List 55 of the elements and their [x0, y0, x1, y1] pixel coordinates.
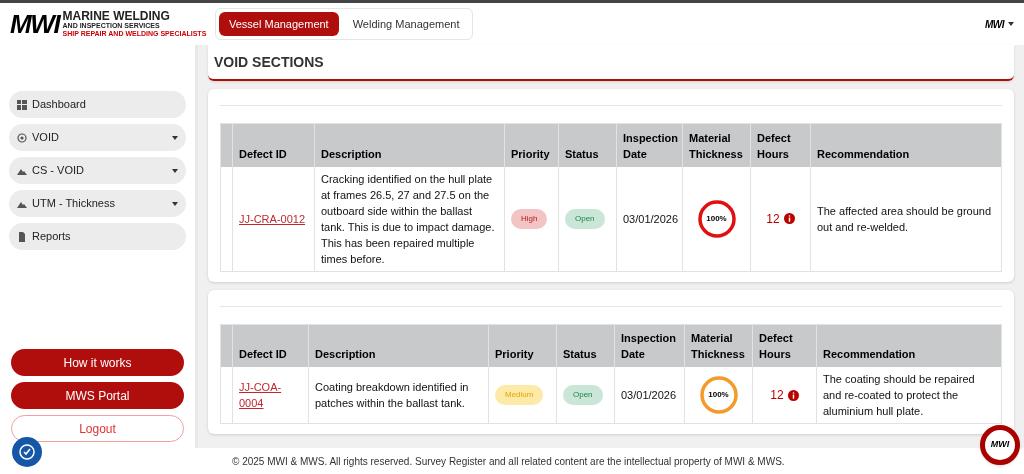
column-header: Defect ID: [239, 348, 287, 360]
column-header: Defect Hours: [757, 131, 791, 160]
grid-icon: [17, 99, 27, 110]
defect-id-link[interactable]: JJ-CRA-0012: [239, 210, 308, 227]
logo-mark: MWI: [10, 11, 60, 37]
column-header: Status: [563, 348, 597, 360]
column-header: Recommendation: [823, 348, 916, 360]
recommendation-text: The coating should be repaired and re-coated to protect the aluminium hull plate.: [823, 373, 975, 417]
sidebar-item[interactable]: UTM - Thickness: [9, 190, 186, 217]
info-icon[interactable]: [787, 389, 799, 401]
thickness-reading: 100%: [705, 212, 728, 225]
recommendation-text: The affected area should be ground out and re-welded.: [817, 204, 992, 233]
description-text: Coating breakdown identified in patches within the ballast tank.: [315, 381, 469, 409]
footer-text: © 2025 MWI & MWS. All rights reserved. Survey Register and all related content are the intellectual property of MWI & MWS.: [232, 454, 785, 469]
column-header: Description: [321, 147, 382, 160]
sidebar-item[interactable]: CS - VOID: [9, 157, 186, 184]
sidebar-button[interactable]: Logout: [11, 415, 184, 442]
module-tab[interactable]: Vessel Management: [219, 12, 339, 36]
file-icon: [17, 231, 27, 242]
column-header: Inspection Date: [623, 131, 678, 160]
description-text: Cracking identified on the hull plate at frames 26.5, 27 and 27.5 on the outboard side within the ballast tank. This is due to impact damage. This has been repaired multiple times before.: [321, 172, 495, 265]
column-header: Defect Hours: [759, 332, 793, 360]
caret-icon: [172, 201, 178, 206]
column-header: Status: [565, 147, 599, 160]
column-header: Material Thickness: [691, 332, 745, 360]
inspection-date: 03/01/2026: [621, 389, 677, 401]
defect-id-link[interactable]: JJ-COA-0004: [239, 379, 302, 411]
column-header: Recommendation: [817, 147, 910, 160]
logo-title: MARINE WELDING: [62, 10, 171, 22]
caret-icon: [172, 135, 178, 140]
sidebar-button[interactable]: MWS Portal: [11, 382, 184, 409]
column-header: Defect ID: [239, 147, 287, 160]
sidebar-item[interactable]: VOID: [9, 124, 186, 151]
column-header: Priority: [495, 348, 534, 360]
defect-hours: 12: [770, 387, 784, 403]
defect-hours: 12: [766, 210, 780, 227]
sidebar-item[interactable]: Reports: [9, 223, 186, 250]
thickness-reading: 100%: [707, 389, 730, 401]
status-tag: Open: [565, 208, 605, 229]
target-icon: [17, 132, 27, 143]
sidebar-item[interactable]: Dashboard: [9, 91, 186, 118]
column-header: Material Thickness: [689, 131, 743, 160]
status-tag: Open: [563, 385, 603, 405]
caret-icon: [172, 168, 178, 173]
column-header: Inspection Date: [621, 332, 676, 360]
column-header: Description: [315, 348, 376, 360]
page-title: VOID SECTIONS: [214, 52, 324, 72]
inspection-date: 03/01/2026: [623, 212, 679, 225]
user-logo: MWI: [984, 17, 1004, 32]
priority-tag: High: [511, 208, 548, 229]
priority-tag: Medium: [495, 385, 544, 405]
caret-icon: [1008, 22, 1014, 26]
info-icon[interactable]: [783, 213, 795, 224]
sidebar-button[interactable]: How it works: [11, 349, 184, 376]
column-header: Priority: [511, 147, 550, 160]
